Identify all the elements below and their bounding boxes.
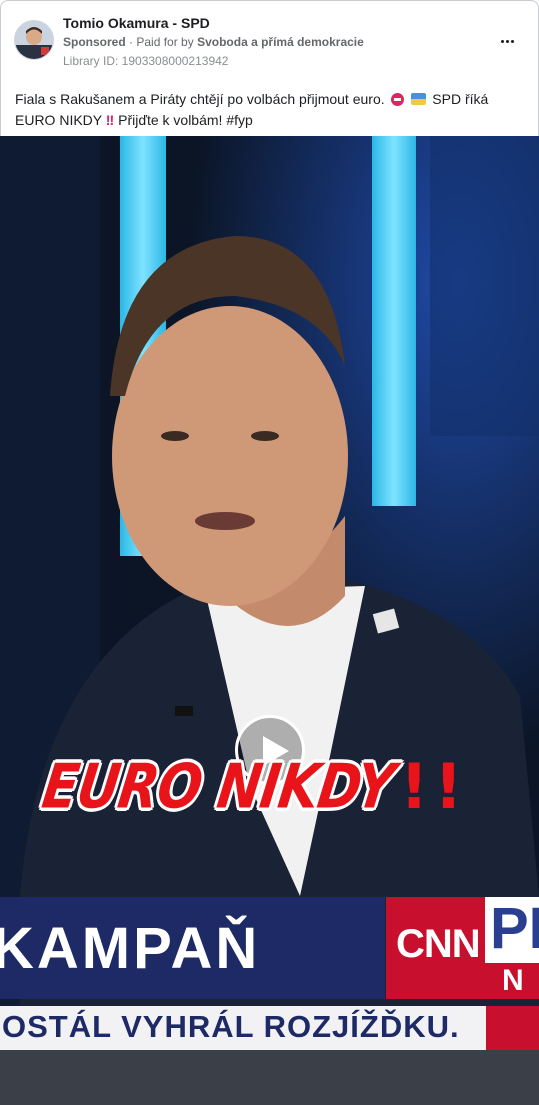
avatar[interactable] — [14, 20, 54, 60]
library-id: Library ID: 1903308000213942 — [63, 54, 229, 68]
post-caption: Fiala s Rakušanem a Piráty chtějí po vol… — [15, 89, 525, 131]
more-icon — [500, 39, 504, 43]
paid-for-prefix: Paid for by — [136, 35, 194, 49]
cnn-logo: CNN — [396, 922, 481, 966]
news-logo-text: N — [502, 964, 524, 997]
channel-logo-text: PI — [490, 896, 539, 961]
caption-text-1: Fiala s Rakušanem a Piráty chtějí po vol… — [15, 91, 385, 107]
studio-desk — [0, 1050, 539, 1105]
more-icon-dot — [505, 39, 509, 43]
double-exclamation-emoji: ‼ — [105, 112, 115, 128]
news-ticker-top-text: KAMPAŇ — [0, 916, 261, 981]
news-ticker-bottom-text: OSTÁL VYHRÁL ROZJÍŽĎKU. — [2, 1009, 460, 1044]
post-header: Tomio Okamura - SPD Sponsored · Paid for… — [1, 1, 538, 81]
overlay-euro-nikdy: EURO NIKDY — [38, 752, 399, 823]
page-name[interactable]: Tomio Okamura - SPD — [63, 15, 210, 31]
news-ticker-bottom-accent — [486, 1006, 539, 1050]
more-icon-dot — [510, 39, 514, 43]
sponsored-line: Sponsored · Paid for by Svoboda a přímá … — [63, 35, 364, 49]
avatar-image — [15, 21, 53, 59]
caption-text-3: Přijďte k volbám! #fyp — [118, 112, 253, 128]
sponsored-label: Sponsored — [63, 35, 126, 49]
separator-dot: · — [129, 35, 134, 49]
payer-name[interactable]: Svoboda a přímá demokracie — [197, 35, 364, 49]
no-entry-emoji — [390, 93, 404, 106]
flag-emoji — [411, 93, 427, 105]
overlay-exclamation-marks: !! — [400, 750, 469, 823]
more-options-button[interactable] — [495, 31, 519, 51]
